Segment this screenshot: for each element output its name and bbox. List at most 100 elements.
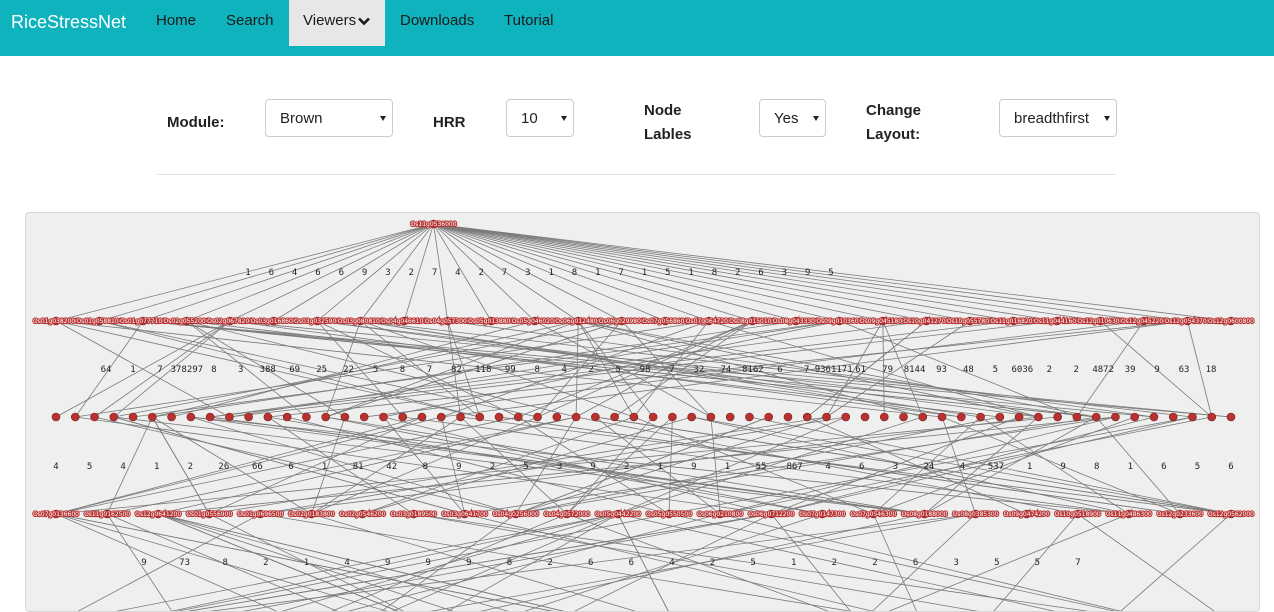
gene-node-label: Os12g0106300	[1077, 318, 1123, 325]
gene-node	[899, 412, 908, 422]
caret-down-icon	[380, 116, 386, 121]
edge-weight-label: 1	[154, 462, 159, 472]
edge-weight-label: 26	[218, 462, 229, 472]
hrr-select[interactable]: 10	[506, 99, 574, 137]
gene-node	[1091, 412, 1101, 422]
module-select[interactable]: Brown	[265, 99, 393, 137]
edge-weight-label: 9	[141, 558, 146, 568]
gene-node	[417, 412, 427, 422]
gene-node-label: Os09g0451800	[860, 318, 906, 325]
edge-weight-label: 5	[523, 462, 528, 472]
network-graph-panel[interactable]: 1 6 4 6 6 9 3 2 7 4 2 7 3 1 8 1 7 1 5 1 8 2 6 3 9 5 64 1 7 378297 8 3 38…	[25, 212, 1260, 612]
graph-edge	[524, 513, 823, 611]
gene-node	[379, 412, 388, 422]
edge-weight-label: 18	[1206, 365, 1217, 375]
gene-node	[1034, 412, 1043, 422]
change-layout-select[interactable]: breadthfirst	[999, 99, 1117, 137]
gene-node-label: Os02g0546200	[340, 511, 386, 518]
edge-weight-label: 1	[130, 365, 135, 375]
gene-node-label: Os08g0188000	[901, 511, 947, 518]
graph-edge	[433, 223, 927, 322]
network-graph-canvas[interactable]: 1 6 4 6 6 9 3 2 7 4 2 7 3 1 8 1 7 1 5 1 8 2 6 3 9 564 1 7 378297 8 3 38…	[26, 213, 1260, 612]
edge-weight-label: 2	[490, 462, 495, 472]
gene-node	[957, 412, 966, 422]
edge-weight-label: 5	[87, 462, 92, 472]
edge-weight-label: 8	[507, 558, 512, 568]
nav-viewers-label: Viewers	[303, 12, 357, 29]
edge-weight-label: 5	[750, 558, 755, 568]
edge-weight-label: 25	[316, 365, 327, 375]
gene-node	[764, 412, 774, 422]
gene-node	[629, 412, 639, 422]
gene-node	[205, 412, 215, 422]
gene-node-label: Os11g0162500	[84, 511, 130, 518]
gene-node-label: Os10g0412700	[903, 318, 949, 325]
edge-weight-label: 1	[322, 462, 327, 472]
gene-node-label: Os08g0150100	[729, 318, 775, 325]
gene-node-label: Os11g0441600	[1034, 318, 1080, 325]
edge-weight-label: 48	[963, 365, 974, 375]
edge-weight-label: 1	[688, 268, 693, 278]
edge-weight-label: 6	[758, 268, 763, 278]
gene-node-label: Os07g0136600	[33, 511, 79, 518]
gene-node-label: Os11g0168200	[990, 318, 1036, 325]
edge-weight-label: 5	[828, 268, 833, 278]
gene-node	[995, 412, 1005, 422]
edge-weight-label: 63	[1179, 365, 1190, 375]
graph-edge	[229, 223, 434, 322]
edge-weight-label: 6036	[1011, 365, 1033, 375]
gene-node	[1168, 412, 1178, 422]
edge-weight-label: 5	[373, 365, 378, 375]
edge-weight-label: 8162	[742, 365, 764, 375]
graph-edge	[577, 320, 635, 418]
edge-weight-label: 1	[245, 268, 250, 278]
nav-home[interactable]: Home	[156, 0, 196, 46]
gene-node	[841, 412, 851, 422]
gene-node-label: Os05g0460200	[512, 318, 558, 325]
graph-edge	[267, 416, 823, 515]
gene-node	[1014, 412, 1024, 422]
graph-edge	[317, 320, 1097, 418]
gene-node-label: Os08g0433300	[773, 318, 819, 325]
edge-weight-label: 8	[423, 462, 428, 472]
edge-weight-label: 4	[561, 365, 566, 375]
edge-weight-label: 8	[211, 365, 216, 375]
gene-node	[533, 412, 542, 422]
nav-search[interactable]: Search	[226, 0, 274, 46]
edge-weight-label: 2	[624, 462, 629, 472]
edge-weight-label: 8	[535, 365, 540, 375]
node-labels-label-line2: Lables	[644, 126, 692, 143]
gene-node	[687, 412, 696, 422]
brand-logo-link[interactable]: RiceStressNet	[11, 11, 126, 33]
edge-weight-label: 5	[1195, 462, 1200, 472]
gene-node	[783, 412, 793, 422]
edge-weight-label: 3	[953, 558, 958, 568]
gene-node	[1072, 412, 1082, 422]
edge-weight-label: 2	[832, 558, 837, 568]
edge-weight-label: 3	[557, 462, 562, 472]
edge-weight-label: 1	[642, 268, 647, 278]
gene-node-label: Os03g0641700	[442, 511, 488, 518]
nav-viewers-dropdown[interactable]: Viewers	[289, 0, 385, 46]
edge-weight-label: 4	[120, 462, 125, 472]
nav-downloads[interactable]: Downloads	[400, 0, 474, 46]
edge-weight-label: 8	[572, 268, 577, 278]
edge-weight-label: 4872	[1092, 365, 1114, 375]
edge-weight-label: 9	[590, 462, 595, 472]
gene-node	[610, 412, 619, 422]
gene-node-label: Os04g0573000	[425, 318, 471, 325]
gene-node	[860, 412, 870, 422]
gene-node	[591, 412, 600, 422]
edge-weight-label: 2	[588, 365, 593, 375]
edge-weight-label: 9361171	[815, 365, 853, 375]
edge-weight-label: 6	[859, 462, 864, 472]
caret-down-icon	[813, 116, 819, 121]
gene-node-label: Os05g0138800	[468, 318, 514, 325]
edge-weight-label: 2	[710, 558, 715, 568]
node-labels-select[interactable]: Yes	[759, 99, 826, 137]
edge-weight-label: 98	[640, 365, 651, 375]
edge-weight-label: 1	[1128, 462, 1133, 472]
gene-node-label: Os03g0325900	[294, 318, 340, 325]
gene-node-label: Os06g0124800	[555, 318, 601, 325]
nav-tutorial[interactable]: Tutorial	[504, 0, 553, 46]
